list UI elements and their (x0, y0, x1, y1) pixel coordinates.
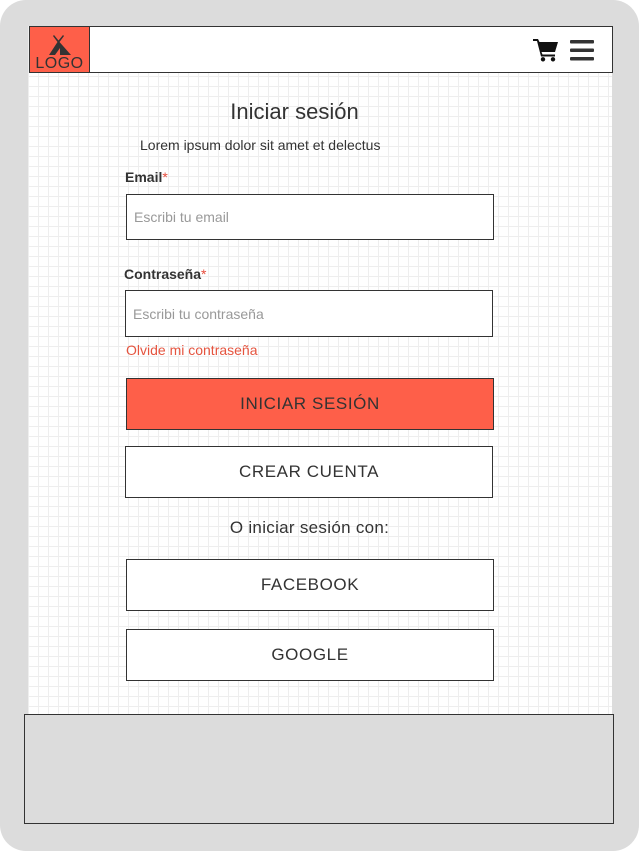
password-label-text: Contraseña (124, 266, 202, 282)
email-label: Email* (125, 169, 168, 185)
forgot-password-link[interactable]: Olvide mi contraseña (126, 342, 258, 358)
page-subtitle: Lorem ipsum dolor sit amet et delectus (140, 137, 381, 153)
facebook-login-button[interactable]: FACEBOOK (126, 559, 494, 611)
google-login-button[interactable]: GOOGLE (126, 629, 494, 681)
logo-text: LOGO (35, 55, 84, 72)
required-mark: * (162, 169, 168, 185)
password-label: Contraseña* (124, 266, 206, 282)
login-button[interactable]: INICIAR SESIÓN (126, 378, 494, 430)
logo[interactable]: LOGO (29, 26, 90, 73)
email-label-text: Email (125, 169, 163, 185)
required-mark: * (201, 266, 207, 282)
footer (24, 714, 614, 824)
screen-grid-background (28, 26, 612, 726)
device-frame: LOGO Iniciar sesión Lorem ipsum dolor si… (0, 0, 639, 851)
email-field[interactable] (126, 194, 494, 240)
password-field[interactable] (125, 290, 493, 337)
cart-icon[interactable] (533, 38, 559, 62)
hamburger-menu-icon[interactable] (570, 40, 594, 61)
page-title: Iniciar sesión (230, 99, 359, 124)
create-account-button[interactable]: CREAR CUENTA (125, 446, 493, 498)
top-navbar (29, 26, 613, 73)
social-login-heading: O iniciar sesión con: (229, 518, 390, 537)
tent-icon (49, 35, 71, 55)
